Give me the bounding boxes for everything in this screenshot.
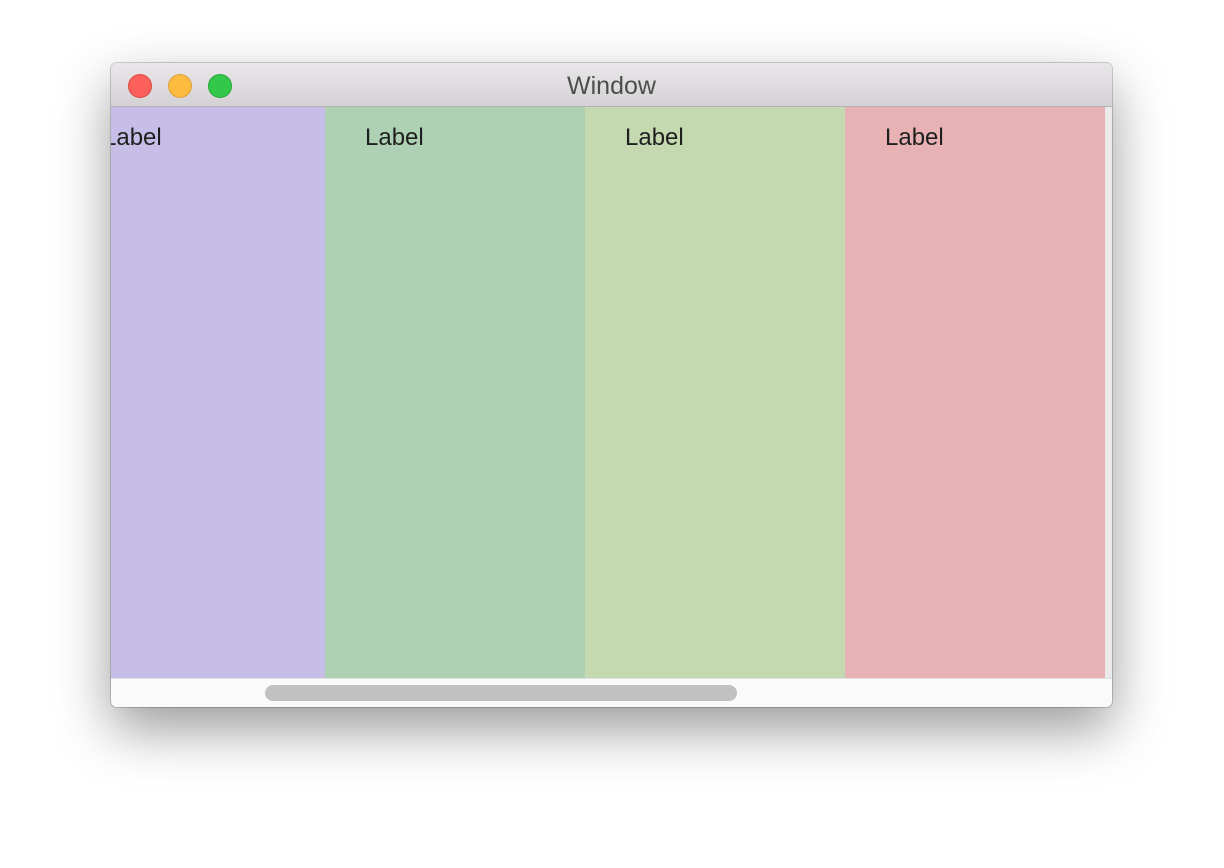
column-label: Label [365, 124, 424, 151]
scroll-content: Label Label Label Label [111, 107, 1112, 678]
column-1: Label [111, 107, 325, 678]
column-label: Label [625, 124, 684, 151]
column-2: Label [325, 107, 585, 678]
column-label: Label [885, 124, 944, 151]
right-edge [1105, 107, 1112, 678]
column-label: Label [111, 124, 162, 151]
horizontal-scrollbar[interactable] [111, 678, 1112, 707]
horizontal-scroll-thumb[interactable] [265, 685, 737, 701]
column-3: Label [585, 107, 845, 678]
title-bar[interactable]: Window [111, 63, 1112, 107]
app-window: Window Label Label Label Label [111, 63, 1112, 707]
column-4: Label [845, 107, 1105, 678]
window-title: Window [567, 72, 656, 100]
